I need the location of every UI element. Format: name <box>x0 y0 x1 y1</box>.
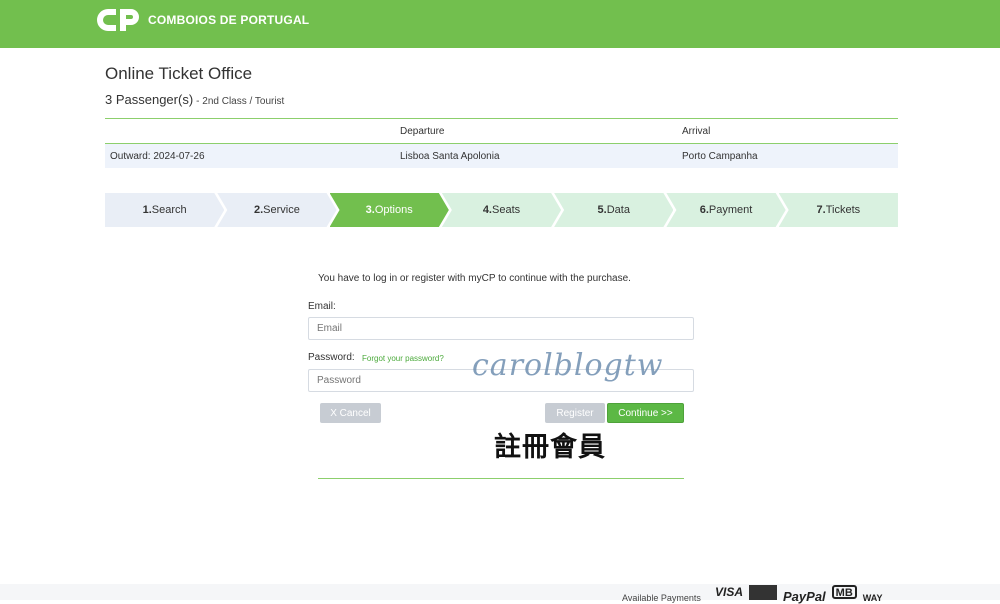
page-title: Online Ticket Office <box>105 64 253 83</box>
journey-table-header: Departure Arrival <box>105 119 898 144</box>
step-label: Data <box>606 204 630 216</box>
step-number: 3. <box>365 204 375 216</box>
step-number: 7. <box>816 204 826 216</box>
email-label: Email: <box>308 301 336 312</box>
cp-logo-icon <box>97 9 139 31</box>
step-seats: 4. Seats <box>442 193 561 227</box>
register-button[interactable]: Register <box>545 403 605 423</box>
overlay-caption: 註冊會員 <box>494 432 606 463</box>
step-data: 5. Data <box>554 193 673 227</box>
step-number: 6. <box>699 204 709 216</box>
step-label: Seats <box>492 204 521 216</box>
login-notice: You have to log in or register with myCP… <box>318 273 631 284</box>
departure-header: Departure <box>400 126 445 137</box>
passenger-count: 3 Passenger(s) <box>105 92 194 107</box>
header-bar: COMBOIOS DE PORTUGAL <box>0 0 1000 48</box>
brand-name: COMBOIOS DE PORTUGAL <box>148 13 310 27</box>
watermark-text: carolblogtw <box>472 348 664 383</box>
visa-logo: VISA <box>715 585 744 599</box>
footer: Available Payments VISA PayPal MB WAY <box>0 584 1000 604</box>
amex-logo <box>749 585 778 600</box>
payments-label: Available Payments <box>622 593 701 603</box>
passenger-summary: 3 Passenger(s) - 2nd Class / Tourist <box>105 92 284 107</box>
mbway-logo: WAY <box>862 593 883 603</box>
step-search[interactable]: 1. Search <box>105 193 224 227</box>
payment-logos: VISA PayPal MB WAY <box>715 585 882 604</box>
outward-date: Outward: 2024-07-26 <box>110 151 205 162</box>
journey-row: Outward: 2024-07-26 Lisboa Santa Apoloni… <box>105 144 898 168</box>
forgot-password-link[interactable]: Forgot your password? <box>362 354 444 363</box>
section-divider <box>318 478 684 479</box>
step-service[interactable]: 2. Service <box>217 193 336 227</box>
arrival-header: Arrival <box>682 126 711 137</box>
step-options[interactable]: 3. Options <box>330 193 449 227</box>
arrival-station: Porto Campanha <box>682 151 758 162</box>
booking-stepper: 1. Search 2. Service 3. Options 4. Seats 5. D… <box>105 193 898 227</box>
step-number: 2. <box>253 204 264 216</box>
travel-class: - 2nd Class / Tourist <box>196 96 285 107</box>
step-payment: 6. Payment <box>666 193 785 227</box>
step-number: 4. <box>482 204 492 216</box>
step-number: 1. <box>142 204 152 216</box>
cancel-button[interactable]: X Cancel <box>320 403 381 423</box>
step-label: Options <box>374 204 413 216</box>
password-label: Password: <box>308 352 355 363</box>
email-field[interactable] <box>308 317 694 340</box>
journey-table: Departure Arrival Outward: 2024-07-26 Li… <box>105 118 898 168</box>
step-label: Service <box>263 204 300 216</box>
multibanco-logo: MB <box>831 585 857 599</box>
departure-station: Lisboa Santa Apolonia <box>400 151 500 162</box>
continue-button[interactable]: Continue >> <box>607 403 684 423</box>
step-label: Tickets <box>825 204 861 216</box>
step-tickets: 7. Tickets <box>778 193 898 227</box>
cp-logo[interactable]: COMBOIOS DE PORTUGAL <box>94 6 309 34</box>
step-label: Payment <box>708 204 753 216</box>
step-number: 5. <box>597 204 607 216</box>
paypal-logo: PayPal <box>783 589 826 604</box>
step-label: Search <box>151 204 187 216</box>
